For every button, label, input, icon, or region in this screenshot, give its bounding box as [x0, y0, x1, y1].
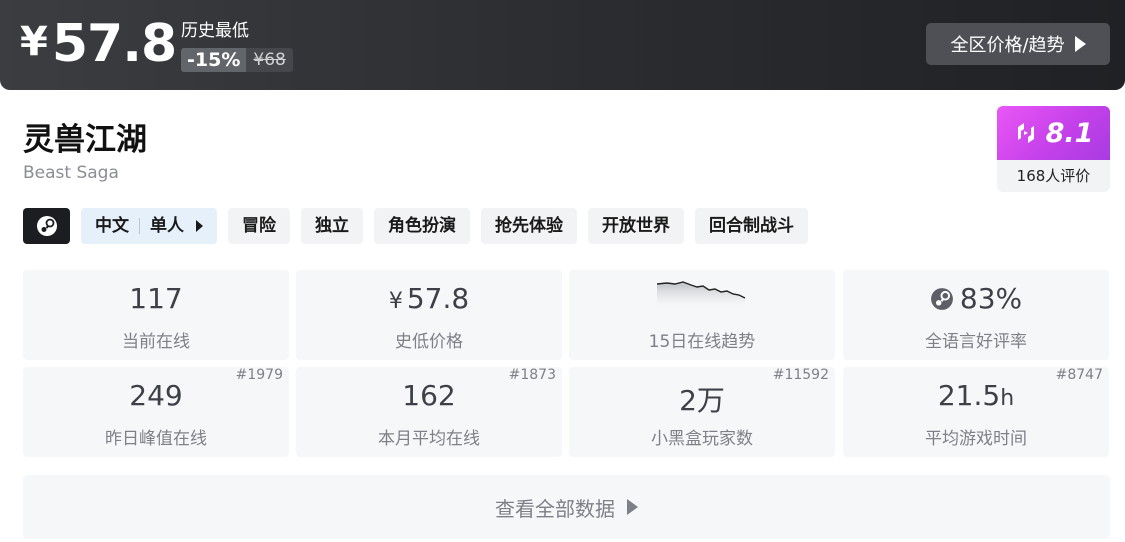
stat-value: 162 — [402, 379, 456, 412]
steam-icon — [930, 288, 953, 310]
player-mode-label: 单人 — [150, 216, 184, 236]
stat-heybox-players[interactable]: #11592 2万 小黑盒玩家数 — [569, 367, 835, 457]
stat-lowest-price[interactable]: ¥57.8 史低价格 — [296, 270, 562, 360]
score-value: 8.1 — [1045, 117, 1094, 149]
stat-number: 21.5 — [937, 379, 1001, 412]
tag-divider — [139, 218, 140, 234]
tag-indie[interactable]: 独立 — [301, 208, 363, 244]
discount-badge: -15% ¥68 — [181, 48, 293, 72]
tag-turn-based-combat[interactable]: 回合制战斗 — [695, 208, 808, 244]
score-card[interactable]: 8.1 168人评价 — [997, 106, 1110, 192]
stat-value: 117 — [129, 282, 183, 315]
tag-adventure[interactable]: 冒险 — [228, 208, 290, 244]
score-header: 8.1 — [997, 106, 1110, 160]
online-trend-sparkline — [657, 281, 746, 308]
chevron-right-icon — [627, 499, 638, 515]
discount-percent: -15% — [181, 48, 247, 72]
stat-unit: h — [1000, 386, 1015, 411]
stat-label: 昨日峰值在线 — [105, 429, 207, 449]
heybox-score-icon — [1017, 123, 1034, 143]
historical-low-label: 历史最低 — [181, 21, 249, 41]
stat-label: 15日在线趋势 — [648, 332, 756, 352]
stat-positive-rate[interactable]: 83% 全语言好评率 — [843, 270, 1109, 360]
chevron-right-icon — [196, 220, 203, 232]
stat-online-trend[interactable]: 15日在线趋势 — [569, 270, 835, 360]
steam-platform-tag[interactable] — [23, 208, 70, 244]
price-header: ¥57.8 历史最低 -15% ¥68 全区价格/趋势 — [0, 0, 1125, 90]
chevron-right-icon — [1074, 36, 1086, 52]
game-title: 灵兽江湖 — [23, 122, 147, 158]
tag-row: 中文 单人 冒险 独立 角色扮演 抢先体验 开放世界 回合制战斗 — [23, 208, 808, 244]
stat-currency: ¥ — [388, 289, 403, 314]
stat-yesterday-peak[interactable]: #1979 249 昨日峰值在线 — [23, 367, 289, 457]
stat-label: 史低价格 — [395, 332, 463, 352]
tag-open-world[interactable]: 开放世界 — [588, 208, 684, 244]
steam-icon — [36, 216, 57, 236]
stat-label: 当前在线 — [122, 332, 190, 352]
stat-label: 本月平均在线 — [378, 429, 480, 449]
price-trend-label: 全区价格/趋势 — [950, 35, 1065, 56]
stat-value: 2万 — [679, 384, 725, 417]
stat-number: 83% — [959, 282, 1023, 315]
current-price: ¥57.8 — [20, 14, 177, 74]
stat-average-playtime[interactable]: #8747 21.5h 平均游戏时间 — [843, 367, 1109, 457]
stat-label: 平均游戏时间 — [925, 429, 1027, 449]
tag-early-access[interactable]: 抢先体验 — [481, 208, 577, 244]
price-currency: ¥ — [20, 19, 48, 65]
tag-rpg[interactable]: 角色扮演 — [374, 208, 470, 244]
stat-number: 57.8 — [406, 282, 470, 315]
stat-monthly-average[interactable]: #1873 162 本月平均在线 — [296, 367, 562, 457]
game-subtitle: Beast Saga — [23, 163, 119, 183]
stat-value: ¥57.8 — [296, 282, 562, 315]
language-label: 中文 — [95, 216, 129, 236]
price-value: 57.8 — [51, 14, 177, 74]
original-price: ¥68 — [246, 48, 293, 72]
stat-value: 83% — [843, 282, 1109, 315]
stat-label: 全语言好评率 — [925, 332, 1027, 352]
view-all-data-button[interactable]: 查看全部数据 — [23, 475, 1110, 539]
stat-value: 249 — [129, 379, 183, 412]
price-trend-button[interactable]: 全区价格/趋势 — [926, 23, 1110, 65]
rating-count: 168人评价 — [1016, 167, 1091, 185]
stat-current-online[interactable]: 117 当前在线 — [23, 270, 289, 360]
language-mode-tag[interactable]: 中文 单人 — [81, 208, 217, 244]
stat-value: 21.5h — [843, 379, 1109, 412]
view-all-data-label: 查看全部数据 — [495, 496, 615, 521]
stat-label: 小黑盒玩家数 — [651, 429, 753, 449]
